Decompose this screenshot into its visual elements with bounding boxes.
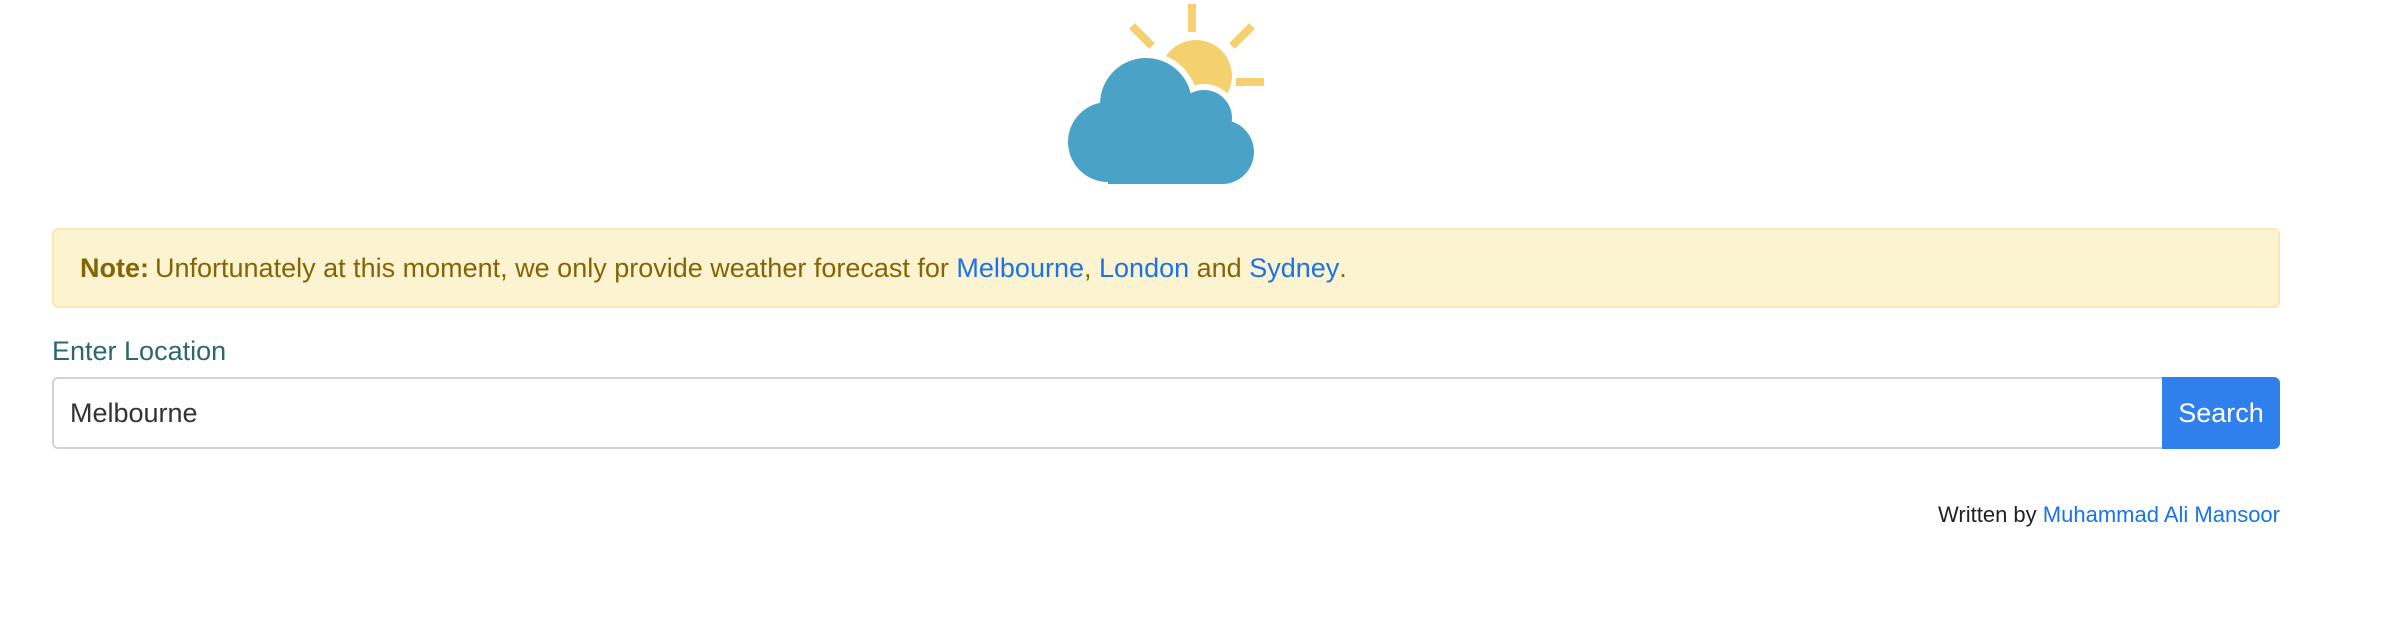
link-sydney[interactable]: Sydney [1249,253,1339,284]
footer-credit: Written by Muhammad Ali Mansoor [1938,502,2280,528]
location-note-alert: Note: Unfortunately at this moment, we o… [52,228,2280,308]
search-button[interactable]: Search [2162,377,2280,449]
location-label: Enter Location [52,336,227,366]
location-input[interactable] [52,377,2162,449]
partly-cloudy-icon [1068,4,1264,184]
note-period: . [1339,252,1347,283]
footer-prefix: Written by [1938,502,2037,527]
search-form: Search [52,377,2280,449]
page: Note: Unfortunately at this moment, we o… [0,0,2402,620]
note-message: Unfortunately at this moment, we only pr… [155,252,949,283]
note-comma: , [1083,252,1092,283]
author-link[interactable]: Muhammad Ali Mansoor [2043,502,2280,527]
link-london[interactable]: London [1099,253,1189,284]
link-melbourne[interactable]: Melbourne [956,253,1084,284]
note-label: Note: [80,252,149,283]
note-and: and [1196,252,1242,283]
